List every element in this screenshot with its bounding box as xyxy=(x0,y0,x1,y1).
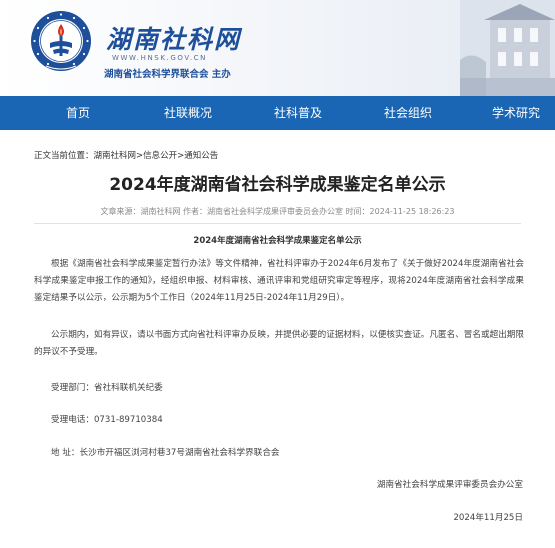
nav-item-organizations[interactable]: 社会组织 xyxy=(384,96,432,130)
nav-item-home[interactable]: 首页 xyxy=(66,96,90,130)
nav-item-popularization[interactable]: 社科普及 xyxy=(274,96,322,130)
address: 地 址：长沙市开福区浏河村巷37号湖南省社会科学界联合会 xyxy=(51,448,280,458)
title-divider xyxy=(34,223,521,224)
breadcrumb-notice[interactable]: 通知公告 xyxy=(184,151,218,161)
site-title[interactable]: 湖南社科网 xyxy=(106,20,241,56)
article-paragraph-1: 根据《湖南省社会科学成果鉴定暂行办法》等文件精神，省社科评审办于2024年6月发… xyxy=(34,259,524,303)
accepting-department: 受理部门：省社科联机关纪委 xyxy=(51,383,163,393)
site-header: 湖南社科网 WWW.HNSK.GOV.CN 湖南省社会科学界联合会 主办 xyxy=(0,0,555,96)
building-illustration xyxy=(460,0,555,96)
nav-item-research[interactable]: 学术研究 xyxy=(492,96,540,130)
nav-item-about[interactable]: 社联概况 xyxy=(164,96,212,130)
accepting-phone: 受理电话：0731-89710384 xyxy=(51,415,163,425)
signature: 湖南省社会科学成果评审委员会办公室 xyxy=(376,480,523,490)
site-url: WWW.HNSK.GOV.CN xyxy=(112,54,207,62)
article-paragraph-2: 公示期内，如有异议，请以书面方式向省社科评审办反映，并提供必要的证据材料，以便核… xyxy=(34,330,524,357)
site-host: 湖南省社会科学界联合会 主办 xyxy=(104,69,231,80)
breadcrumb-prefix: 正文当前位置： xyxy=(34,151,94,161)
breadcrumb-home[interactable]: 湖南社科网 xyxy=(94,151,137,161)
hnsk-seal-logo[interactable] xyxy=(30,10,92,72)
article-subtitle: 2024年度湖南省社会科学成果鉴定名单公示 xyxy=(193,236,362,246)
article-meta: 文章来源：湖南社科网 作者：湖南省社会科学成果评审委员会办公室 时间：2024-… xyxy=(100,207,455,216)
breadcrumb: 正文当前位置：湖南社科网>信息公开>通知公告 xyxy=(34,149,218,161)
main-nav: 首页 社联概况 社科普及 社会组织 学术研究 xyxy=(0,96,555,130)
signature-date: 2024年11月25日 xyxy=(453,513,523,523)
breadcrumb-info[interactable]: 信息公开 xyxy=(143,151,177,161)
article-title: 2024年度湖南省社会科学成果鉴定名单公示 xyxy=(109,175,446,195)
